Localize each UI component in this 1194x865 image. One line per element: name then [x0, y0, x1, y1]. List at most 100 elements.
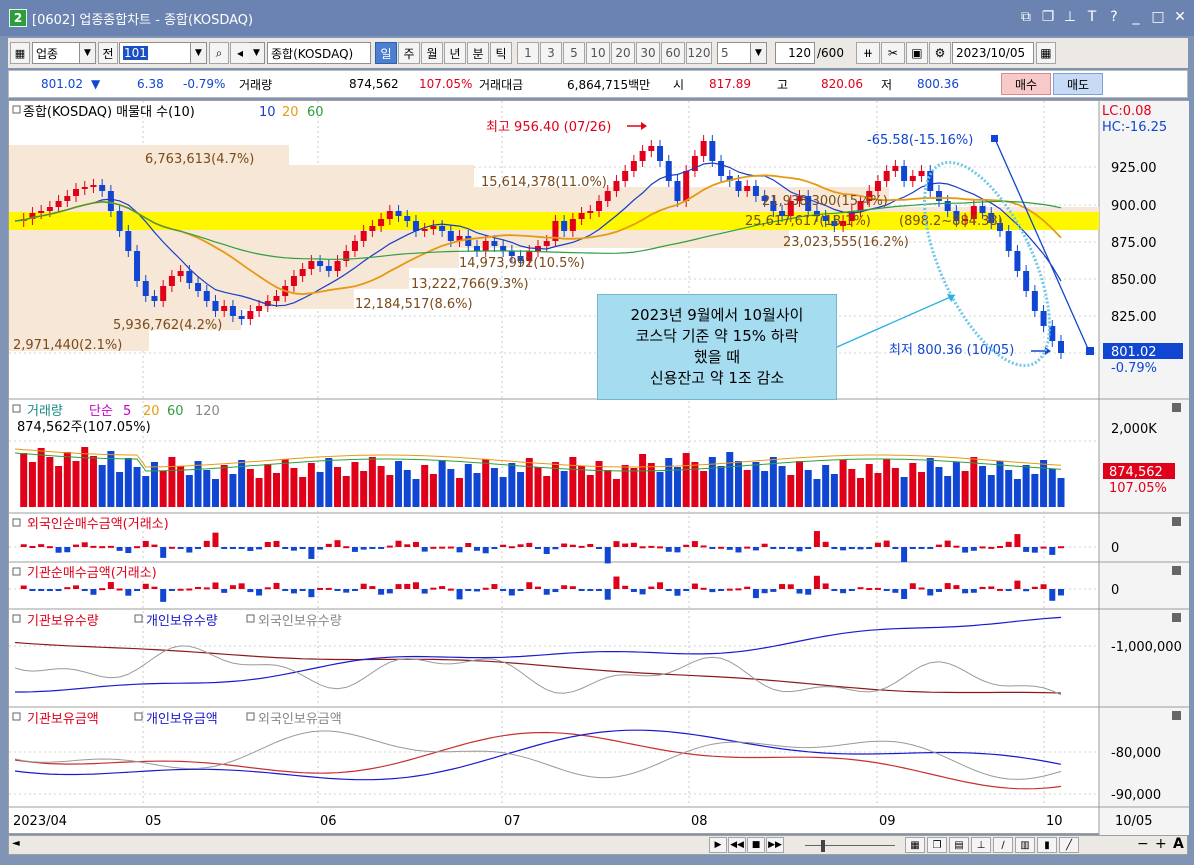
- volume-bar: [1031, 474, 1039, 507]
- split-icon[interactable]: ▤: [949, 837, 969, 853]
- interval-button[interactable]: 5: [563, 42, 585, 64]
- calendar-icon[interactable]: ▦: [1035, 42, 1056, 64]
- zoom-slider[interactable]: [805, 845, 895, 846]
- search-icon[interactable]: ⌕: [209, 42, 229, 64]
- code-input[interactable]: 101: [119, 42, 191, 64]
- volume-bar: [447, 469, 455, 507]
- font-icon[interactable]: T: [1082, 6, 1102, 28]
- candle: [125, 231, 132, 251]
- candle: [186, 271, 193, 283]
- crosshair-icon[interactable]: ⊥: [971, 837, 991, 853]
- save-icon[interactable]: ▣: [905, 42, 928, 64]
- interval-button[interactable]: 20: [611, 42, 635, 64]
- rewind-icon[interactable]: ◀◀: [728, 837, 746, 853]
- tab-period-minute[interactable]: 분: [467, 42, 489, 64]
- interval-input[interactable]: 5: [717, 42, 751, 64]
- net-bar: [735, 547, 742, 553]
- trend-icon[interactable]: ╱: [1059, 837, 1079, 853]
- volume-bar: [883, 459, 891, 507]
- net-bar: [325, 587, 332, 590]
- panel-close-icon[interactable]: [1172, 517, 1181, 526]
- bar-chart-icon[interactable]: ▥: [1015, 837, 1035, 853]
- minimize-icon[interactable]: _: [1126, 6, 1146, 28]
- interval-button[interactable]: 1: [517, 42, 539, 64]
- interval-button[interactable]: 120: [686, 42, 712, 64]
- chart-add-icon[interactable]: ⧺: [855, 42, 880, 64]
- stop-icon[interactable]: ■: [747, 837, 765, 853]
- scroll-left-icon[interactable]: ◄: [12, 838, 20, 849]
- zoom-in-button[interactable]: +: [1155, 836, 1167, 852]
- interval-button[interactable]: 3: [540, 42, 562, 64]
- net-bar: [744, 546, 751, 549]
- volume-bar: [612, 479, 620, 507]
- prev-button[interactable]: 전: [98, 42, 118, 64]
- play-icon[interactable]: ▶: [709, 837, 727, 853]
- candle: [447, 231, 454, 241]
- pin-icon[interactable]: ⊥: [1060, 6, 1080, 28]
- net-bar: [1014, 580, 1021, 589]
- tab-period-month[interactable]: 월: [421, 42, 443, 64]
- chart-tool-icon[interactable]: ✂: [880, 42, 905, 64]
- sell-button[interactable]: 매도: [1053, 73, 1103, 95]
- interval-dropdown-icon[interactable]: ▼: [751, 42, 767, 64]
- candle: [360, 231, 367, 241]
- link-icon[interactable]: ⧉: [1016, 6, 1036, 28]
- buy-button[interactable]: 매수: [1001, 73, 1051, 95]
- high-label: 고: [777, 77, 789, 92]
- panel-close-icon[interactable]: [1172, 711, 1181, 720]
- chart-area[interactable]: 2,971,440(2.1%) 5,936,762(4.2%) 12,184,5…: [8, 100, 1189, 835]
- panel-close-icon[interactable]: [1172, 566, 1181, 575]
- help-icon[interactable]: ?: [1104, 6, 1124, 28]
- speaker-icon[interactable]: ◂: [230, 42, 250, 64]
- draw-line-icon[interactable]: ∕: [993, 837, 1013, 853]
- tab-period-tick[interactable]: 틱: [490, 42, 512, 64]
- panel-close-icon[interactable]: [1172, 403, 1181, 412]
- band-label: 6,763,613(4.7%): [145, 152, 254, 167]
- interval-button[interactable]: 60: [661, 42, 685, 64]
- date-input[interactable]: 2023/10/05: [951, 42, 1034, 64]
- net-bar: [221, 589, 228, 593]
- net-bar: [944, 540, 951, 547]
- tab-period-year[interactable]: 년: [444, 42, 466, 64]
- net-bar: [99, 588, 106, 591]
- zoom-out-button[interactable]: −: [1137, 836, 1149, 852]
- volume-bar: [368, 457, 376, 507]
- net-bar: [256, 547, 263, 550]
- category-select[interactable]: 업종: [32, 42, 80, 64]
- volume-bar: [944, 476, 952, 507]
- net-bar: [491, 584, 498, 589]
- window-icon[interactable]: ❐: [927, 837, 947, 853]
- candle: [1005, 231, 1012, 251]
- candle: [351, 241, 358, 251]
- code-dropdown-icon[interactable]: ▼: [191, 42, 207, 64]
- interval-button[interactable]: 30: [636, 42, 660, 64]
- net-bar: [796, 589, 803, 594]
- count-input[interactable]: 120: [775, 42, 815, 64]
- candle: [482, 241, 489, 251]
- tab-period-day[interactable]: 일: [375, 42, 397, 64]
- forward-icon[interactable]: ▶▶: [766, 837, 784, 853]
- volume-bar: [211, 479, 219, 507]
- panel-close-icon[interactable]: [1172, 613, 1181, 622]
- net-bar: [439, 546, 446, 549]
- chart-scrollbar[interactable]: ◄ ▶ ◀◀ ■ ▶▶ ▦ ❐ ▤ ⊥ ∕ ▥ ▮ ╱ − + A: [8, 835, 1188, 855]
- speaker-dropdown-icon[interactable]: ▼: [249, 42, 265, 64]
- close-icon[interactable]: ✕: [1170, 6, 1190, 28]
- category-dropdown-icon[interactable]: ▼: [80, 42, 96, 64]
- menu-icon[interactable]: ▦: [10, 42, 30, 64]
- tab-period-week[interactable]: 주: [398, 42, 420, 64]
- net-bar: [168, 546, 175, 549]
- zoom-slider-thumb[interactable]: [821, 840, 825, 852]
- settings-icon[interactable]: ⚙: [928, 42, 951, 64]
- volume-bar: [194, 461, 202, 507]
- net-bar: [1058, 546, 1064, 549]
- candle: [99, 185, 106, 191]
- net-bar: [1040, 546, 1047, 549]
- copy-icon[interactable]: ❐: [1038, 6, 1058, 28]
- candle: [317, 261, 324, 266]
- font-size-button[interactable]: A: [1173, 836, 1184, 852]
- maximize-icon[interactable]: □: [1148, 6, 1168, 28]
- interval-button[interactable]: 10: [586, 42, 610, 64]
- candle-icon[interactable]: ▮: [1037, 837, 1057, 853]
- layout-icon[interactable]: ▦: [905, 837, 925, 853]
